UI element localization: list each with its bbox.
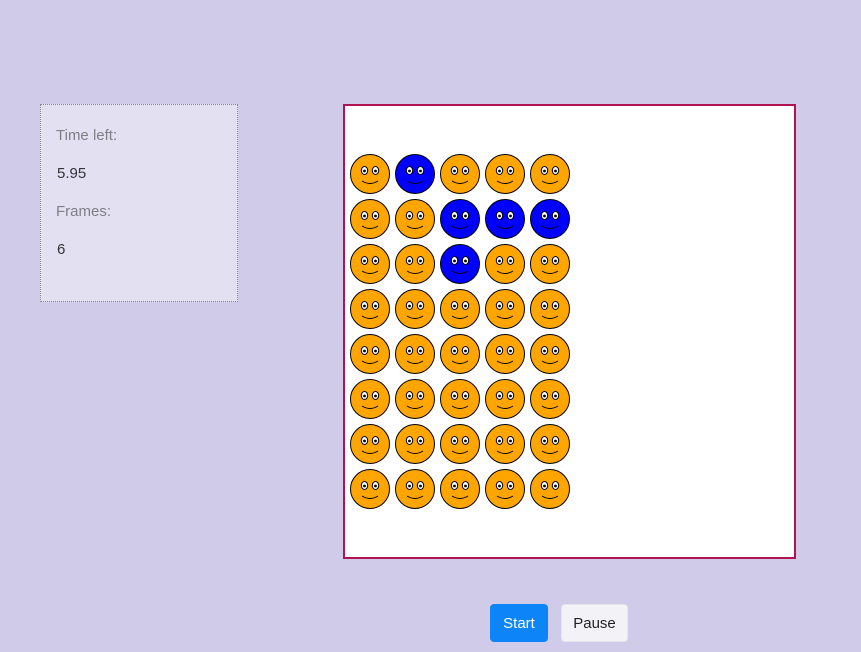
orange-smiley-face[interactable] (395, 244, 435, 284)
orange-smiley-face[interactable] (530, 154, 570, 194)
orange-smiley-face[interactable] (485, 244, 525, 284)
time-left-label: Time left: (56, 127, 118, 144)
pause-button[interactable]: Pause (561, 604, 628, 642)
time-left-value: 5.95 (57, 165, 87, 182)
orange-smiley-face[interactable] (485, 289, 525, 329)
orange-smiley-face[interactable] (485, 334, 525, 374)
orange-smiley-face[interactable] (530, 379, 570, 419)
orange-smiley-face[interactable] (350, 424, 390, 464)
orange-smiley-face[interactable] (485, 424, 525, 464)
orange-smiley-face[interactable] (530, 424, 570, 464)
orange-smiley-face[interactable] (350, 244, 390, 284)
orange-smiley-face[interactable] (530, 289, 570, 329)
orange-smiley-face[interactable] (395, 424, 435, 464)
blue-smiley-face[interactable] (530, 199, 570, 239)
start-button[interactable]: Start (490, 604, 548, 642)
orange-smiley-face[interactable] (350, 379, 390, 419)
blue-smiley-face[interactable] (485, 199, 525, 239)
blue-smiley-face[interactable] (395, 154, 435, 194)
orange-smiley-face[interactable] (395, 469, 435, 509)
orange-smiley-face[interactable] (440, 379, 480, 419)
smiley-grid[interactable] (345, 106, 794, 557)
orange-smiley-face[interactable] (395, 334, 435, 374)
orange-smiley-face[interactable] (440, 424, 480, 464)
orange-smiley-face[interactable] (395, 289, 435, 329)
orange-smiley-face[interactable] (395, 199, 435, 239)
orange-smiley-face[interactable] (440, 469, 480, 509)
orange-smiley-face[interactable] (395, 379, 435, 419)
blue-smiley-face[interactable] (440, 199, 480, 239)
blue-smiley-face[interactable] (440, 244, 480, 284)
orange-smiley-face[interactable] (530, 469, 570, 509)
orange-smiley-face[interactable] (350, 199, 390, 239)
orange-smiley-face[interactable] (485, 379, 525, 419)
orange-smiley-face[interactable] (440, 154, 480, 194)
orange-smiley-face[interactable] (440, 334, 480, 374)
orange-smiley-face[interactable] (530, 244, 570, 284)
orange-smiley-face[interactable] (485, 469, 525, 509)
frames-label: Frames: (56, 203, 112, 220)
orange-smiley-face[interactable] (350, 469, 390, 509)
orange-smiley-face[interactable] (350, 154, 390, 194)
orange-smiley-face[interactable] (440, 289, 480, 329)
stats-panel: Time left: 5.95 Frames: 6 (40, 104, 238, 302)
orange-smiley-face[interactable] (530, 334, 570, 374)
orange-smiley-face[interactable] (485, 154, 525, 194)
orange-smiley-face[interactable] (350, 289, 390, 329)
frames-value: 6 (57, 241, 66, 258)
orange-smiley-face[interactable] (350, 334, 390, 374)
game-canvas[interactable] (343, 104, 796, 559)
